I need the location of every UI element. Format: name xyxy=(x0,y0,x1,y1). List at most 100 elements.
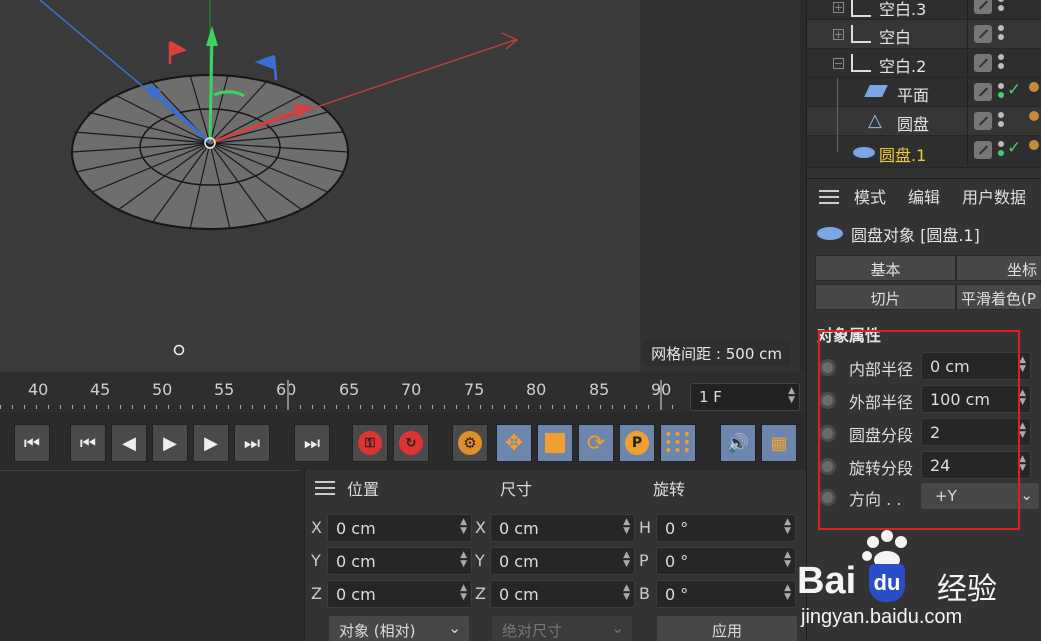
menu-mode[interactable]: 模式 xyxy=(854,184,886,208)
stepper-icon[interactable]: ▲ ▼ xyxy=(784,584,791,602)
expand-icon[interactable]: + xyxy=(833,2,844,13)
timeline-end-marker xyxy=(660,380,662,410)
current-frame-field[interactable]: 1 F ▲ ▼ xyxy=(690,383,800,411)
collapse-icon[interactable]: − xyxy=(833,58,844,69)
object-row-selected[interactable]: 圆盘.1 ✓ xyxy=(807,136,1041,168)
parameter-key-button[interactable]: P xyxy=(619,424,655,462)
position-x-field[interactable]: 0 cm ▲ ▼ xyxy=(327,514,472,542)
tick-label: 85 xyxy=(589,380,610,399)
menu-edit[interactable]: 编辑 xyxy=(908,184,940,208)
layer-icon[interactable] xyxy=(974,25,992,43)
menu-user-data[interactable]: 用户数据 xyxy=(962,184,1026,208)
go-to-end-button[interactable]: ⏭ xyxy=(294,424,330,462)
point-level-key-button[interactable]: ••• ••• ••• xyxy=(660,424,696,462)
stepper-icon[interactable]: ▲ ▼ xyxy=(784,551,791,569)
stepper-icon[interactable]: ▲ ▼ xyxy=(784,518,791,536)
stepper-icon[interactable]: ▲ ▼ xyxy=(460,551,467,569)
rotation-p-field[interactable]: 0 ° ▲ ▼ xyxy=(656,547,796,575)
material-tag-icon[interactable] xyxy=(1029,111,1039,121)
tab-phong[interactable]: 平滑着色(P xyxy=(956,284,1041,310)
timeline-ticks xyxy=(0,405,680,409)
layer-icon[interactable] xyxy=(974,83,992,101)
check-icon[interactable]: ✓ xyxy=(1007,80,1021,100)
visibility-dots-icon[interactable] xyxy=(998,83,1004,101)
visibility-dots-icon[interactable] xyxy=(998,54,1004,72)
auto-key-button[interactable]: ↻ xyxy=(393,424,429,462)
tab-slice[interactable]: 切片 xyxy=(815,284,956,310)
3d-viewport[interactable]: 网格间距 : 500 cm xyxy=(0,0,800,372)
position-y-field[interactable]: 0 cm ▲ ▼ xyxy=(327,547,472,575)
stepper-icon[interactable]: ▲ ▼ xyxy=(1019,422,1026,440)
previous-frame-button[interactable]: ◀ xyxy=(111,424,147,462)
apply-button[interactable]: 应用 xyxy=(657,616,797,641)
dot-grid-icon: ••• ••• ••• xyxy=(664,427,692,459)
tick-label: 75 xyxy=(464,380,485,399)
record-key-button[interactable]: ⚿ xyxy=(352,424,388,462)
grid-spacing-label: 网格间距 : 500 cm xyxy=(643,340,790,366)
object-name: 圆盘 xyxy=(897,115,930,134)
key-settings-button[interactable]: ⚙ xyxy=(452,424,488,462)
visibility-dots-icon[interactable] xyxy=(998,0,1004,14)
visibility-dots-icon[interactable] xyxy=(998,112,1004,130)
film-button[interactable]: ▦ xyxy=(761,424,797,462)
previous-key-icon: ⏮ xyxy=(79,432,97,454)
object-row[interactable]: − 空白.2 xyxy=(807,49,1041,78)
visibility-column xyxy=(967,0,1027,20)
stepper-icon[interactable]: ▲ ▼ xyxy=(623,551,630,569)
material-tag-icon[interactable] xyxy=(1029,82,1039,92)
scale-key-button[interactable] xyxy=(537,424,573,462)
field-value: 0 ° xyxy=(665,552,689,571)
play-button[interactable]: ▶ xyxy=(152,424,188,462)
tab-coordinates[interactable]: 坐标 xyxy=(956,255,1041,281)
position-z-field[interactable]: 0 cm ▲ ▼ xyxy=(327,580,472,608)
object-name: 空白.2 xyxy=(879,57,927,76)
stepper-icon[interactable]: ▲ ▼ xyxy=(460,518,467,536)
next-frame-button[interactable]: ▶ xyxy=(193,424,229,462)
object-row[interactable]: + 空白 xyxy=(807,20,1041,49)
object-row[interactable]: 平面 ✓ xyxy=(807,78,1041,107)
next-frame-icon: ▶ xyxy=(204,432,218,454)
stepper-icon[interactable]: ▲ ▼ xyxy=(460,584,467,602)
position-key-button[interactable]: ✥ xyxy=(496,424,532,462)
layer-icon[interactable] xyxy=(974,54,992,72)
stepper-icon[interactable]: ▲ ▼ xyxy=(1019,455,1026,473)
menu-icon[interactable] xyxy=(315,481,335,499)
coordinate-mode-dropdown[interactable]: 对象 (相对) ⌄ xyxy=(329,616,469,641)
stepper-icon[interactable]: ▲ ▼ xyxy=(1019,356,1026,374)
size-z-field[interactable]: 0 cm ▲ ▼ xyxy=(490,580,635,608)
object-row[interactable]: + 空白.3 xyxy=(807,0,1041,20)
watermark-brand-suffix: 经验 xyxy=(937,572,997,607)
next-key-button[interactable]: ⏭ xyxy=(234,424,270,462)
axis-label: Z xyxy=(475,584,486,603)
size-y-field[interactable]: 0 cm ▲ ▼ xyxy=(490,547,635,575)
axis-label: Z xyxy=(311,584,322,603)
stepper-icon[interactable]: ▲ ▼ xyxy=(623,584,630,602)
object-row[interactable]: △ 圆盘 xyxy=(807,107,1041,136)
timeline-ruler[interactable]: 40 45 50 55 60 65 70 75 80 85 90 xyxy=(0,372,806,412)
rotation-key-button[interactable]: ⟳ xyxy=(578,424,614,462)
stepper-icon[interactable]: ▲ ▼ xyxy=(1019,389,1026,407)
check-icon[interactable]: ✓ xyxy=(1007,138,1021,158)
material-tag-icon[interactable] xyxy=(1029,140,1039,150)
go-to-start-button[interactable]: ⏮ xyxy=(14,424,50,462)
layer-icon[interactable] xyxy=(974,112,992,130)
size-x-field[interactable]: 0 cm ▲ ▼ xyxy=(490,514,635,542)
stepper-icon[interactable]: ▲ ▼ xyxy=(623,518,630,536)
axis-label: Y xyxy=(311,551,321,570)
layer-icon[interactable] xyxy=(974,0,992,14)
menu-icon[interactable] xyxy=(819,190,839,208)
parameter-p-icon: P xyxy=(625,431,649,455)
visibility-dots-icon[interactable] xyxy=(998,25,1004,43)
visibility-dots-icon[interactable] xyxy=(998,141,1004,159)
expand-icon[interactable]: + xyxy=(833,29,844,40)
rotation-h-field[interactable]: 0 ° ▲ ▼ xyxy=(656,514,796,542)
previous-key-button[interactable]: ⏮ xyxy=(70,424,106,462)
stepper-icon[interactable]: ▲ ▼ xyxy=(788,387,795,405)
field-value: 0 ° xyxy=(665,585,689,604)
tab-basic[interactable]: 基本 xyxy=(815,255,956,281)
layer-icon[interactable] xyxy=(974,141,992,159)
watermark-url: jingyan.baidu.com xyxy=(801,606,963,628)
rotation-b-field[interactable]: 0 ° ▲ ▼ xyxy=(656,580,796,608)
sound-button[interactable]: 🔊 xyxy=(720,424,756,462)
size-mode-dropdown[interactable]: 绝对尺寸 ⌄ xyxy=(492,616,632,641)
